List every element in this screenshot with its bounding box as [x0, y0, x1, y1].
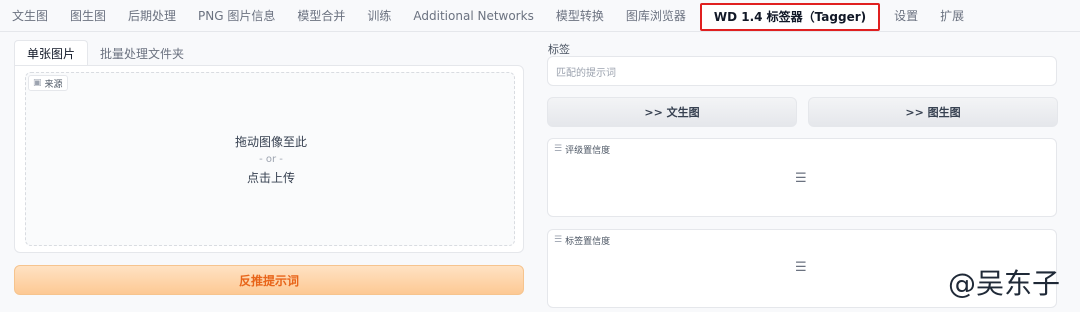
tags-label: 标签	[548, 43, 570, 56]
rating-confidence-label: 评级置信度	[565, 145, 611, 156]
bar-chart-icon: ☰	[554, 235, 563, 245]
tab-extensions[interactable]: 扩展	[932, 0, 972, 32]
tab-settings[interactable]: 设置	[886, 0, 926, 32]
source-badge: ▣ 来源	[28, 75, 68, 91]
rating-confidence-panel: ☰ 评级置信度 ☰	[547, 138, 1057, 217]
tab-train[interactable]: 训练	[359, 0, 399, 32]
tags-placeholder: 匹配的提示词	[556, 67, 616, 79]
tab-extras[interactable]: 后期处理	[120, 0, 184, 32]
empty-chart-icon: ☰	[795, 260, 807, 275]
tab-model-converter[interactable]: 模型转换	[548, 0, 612, 32]
tab-img2img[interactable]: 图生图	[62, 0, 114, 32]
subtab-single-image[interactable]: 单张图片	[14, 40, 89, 66]
tags-output-field[interactable]: 匹配的提示词	[547, 56, 1057, 86]
send-to-img2img-button[interactable]: >> 图生图	[808, 97, 1058, 127]
image-drop-zone[interactable]: ▣ 来源 拖动图像至此 - or - 点击上传	[25, 72, 515, 246]
image-upload-panel: ▣ 来源 拖动图像至此 - or - 点击上传	[14, 65, 524, 253]
tag-confidence-label: 标签置信度	[565, 236, 611, 247]
tab-tagger[interactable]: WD 1.4 标签器（Tagger)	[699, 2, 881, 31]
source-sub-tabs: 单张图片 批量处理文件夹	[14, 40, 196, 66]
bar-chart-icon: ☰	[554, 144, 563, 154]
drop-text-or: - or -	[259, 154, 283, 165]
rating-confidence-badge: ☰ 评级置信度	[550, 141, 615, 157]
watermark: @吴东子	[947, 267, 1060, 300]
drop-text-click-upload[interactable]: 点击上传	[26, 169, 516, 186]
tab-png-info[interactable]: PNG 图片信息	[190, 0, 283, 32]
tab-txt2img[interactable]: 文生图	[4, 0, 56, 32]
send-to-txt2img-button[interactable]: >> 文生图	[547, 97, 797, 127]
empty-chart-icon: ☰	[795, 171, 807, 186]
source-badge-label: 来源	[44, 79, 63, 90]
tab-additional-networks[interactable]: Additional Networks	[405, 0, 541, 32]
tag-confidence-badge: ☰ 标签置信度	[550, 232, 615, 248]
interrogate-button[interactable]: 反推提示词	[14, 265, 524, 295]
tab-image-browser[interactable]: 图库浏览器	[618, 0, 694, 32]
drop-instructions: 拖动图像至此 - or - 点击上传	[26, 133, 516, 186]
tab-checkpoint-merger[interactable]: 模型合并	[289, 0, 353, 32]
image-icon: ▣	[33, 78, 42, 88]
drop-text-drag: 拖动图像至此	[234, 135, 307, 149]
subtab-batch-folder[interactable]: 批量处理文件夹	[88, 40, 196, 66]
top-tab-bar: 文生图 图生图 后期处理 PNG 图片信息 模型合并 训练 Additional…	[0, 0, 1080, 32]
